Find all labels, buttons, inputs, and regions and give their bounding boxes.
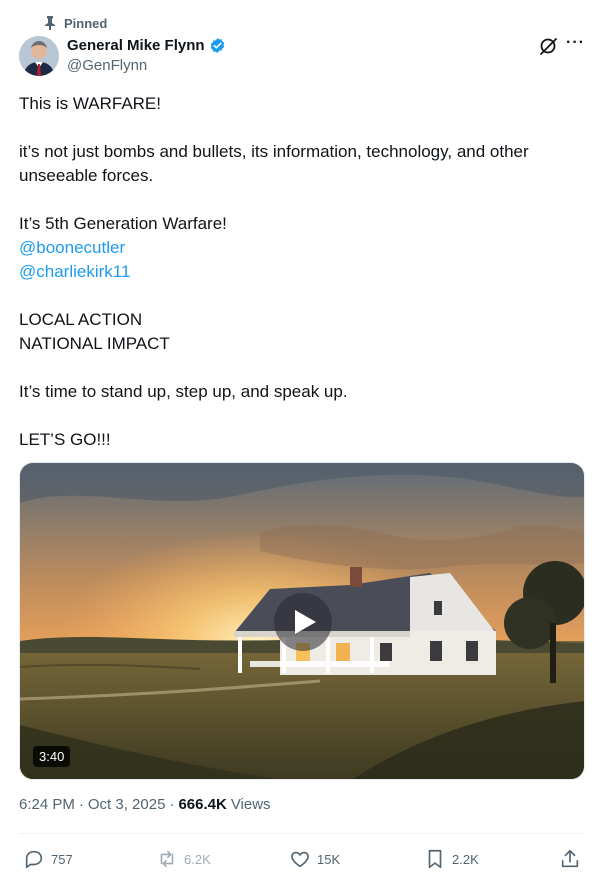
share-button[interactable] bbox=[559, 845, 581, 873]
author-name[interactable]: General Mike Flynn bbox=[67, 37, 205, 54]
tweet-line: LET’S GO!!! bbox=[19, 430, 111, 449]
repost-button[interactable]: 6.2K bbox=[156, 845, 211, 873]
video-player[interactable]: 3:40 bbox=[19, 462, 585, 780]
pinned-label: Pinned bbox=[64, 15, 108, 31]
views-label: Views bbox=[230, 796, 271, 813]
tweet-line: NATIONAL IMPACT bbox=[19, 334, 170, 353]
avatar[interactable] bbox=[19, 36, 59, 76]
author-name-row[interactable]: General Mike Flynn bbox=[67, 37, 226, 54]
reply-icon bbox=[25, 850, 43, 869]
pinned-indicator: Pinned bbox=[44, 14, 107, 32]
tweet-date[interactable]: Oct 3, 2025 bbox=[88, 796, 166, 813]
meta-separator: · bbox=[169, 796, 175, 813]
tweet-line: LOCAL ACTION bbox=[19, 310, 143, 329]
author-handle[interactable]: @GenFlynn bbox=[67, 57, 147, 74]
grok-icon[interactable] bbox=[538, 36, 558, 56]
action-bar: 757 6.2K 15K 2.2K bbox=[19, 845, 585, 873]
mention-link[interactable]: @charliekirk11 bbox=[19, 260, 579, 284]
tweet-line: It’s time to stand up, step up, and spea… bbox=[19, 382, 348, 401]
tweet-time[interactable]: 6:24 PM bbox=[19, 796, 75, 813]
meta-separator: · bbox=[78, 796, 84, 813]
more-options-icon[interactable]: ··· bbox=[566, 35, 584, 54]
bookmark-icon bbox=[428, 849, 442, 869]
tweet-meta: 6:24 PM · Oct 3, 2025 · 666.4K Views bbox=[19, 796, 271, 813]
bookmark-button[interactable]: 2.2K bbox=[424, 845, 479, 873]
like-button[interactable]: 15K bbox=[289, 845, 340, 873]
repost-count: 6.2K bbox=[184, 851, 211, 867]
tweet-text: This is WARFARE! it’s not just bombs and… bbox=[19, 92, 579, 452]
play-icon bbox=[295, 610, 316, 634]
tweet-line: This is WARFARE! bbox=[19, 94, 161, 113]
heart-icon bbox=[291, 851, 309, 868]
verified-badge-icon bbox=[210, 38, 224, 53]
reply-button[interactable]: 757 bbox=[23, 845, 73, 873]
mention-link[interactable]: @boonecutler bbox=[19, 236, 579, 260]
share-icon bbox=[561, 849, 579, 868]
video-duration: 3:40 bbox=[33, 746, 71, 767]
divider bbox=[19, 833, 585, 834]
tweet-line: it’s not just bombs and bullets, its inf… bbox=[19, 142, 529, 185]
play-button[interactable] bbox=[274, 593, 332, 651]
like-count: 15K bbox=[317, 851, 341, 867]
reply-count: 757 bbox=[51, 851, 73, 867]
bookmark-count: 2.2K bbox=[452, 851, 479, 867]
tweet-line: It’s 5th Generation Warfare! bbox=[19, 214, 227, 233]
repost-icon bbox=[160, 850, 174, 868]
views-count: 666.4K bbox=[178, 796, 227, 813]
pin-icon bbox=[45, 16, 55, 30]
